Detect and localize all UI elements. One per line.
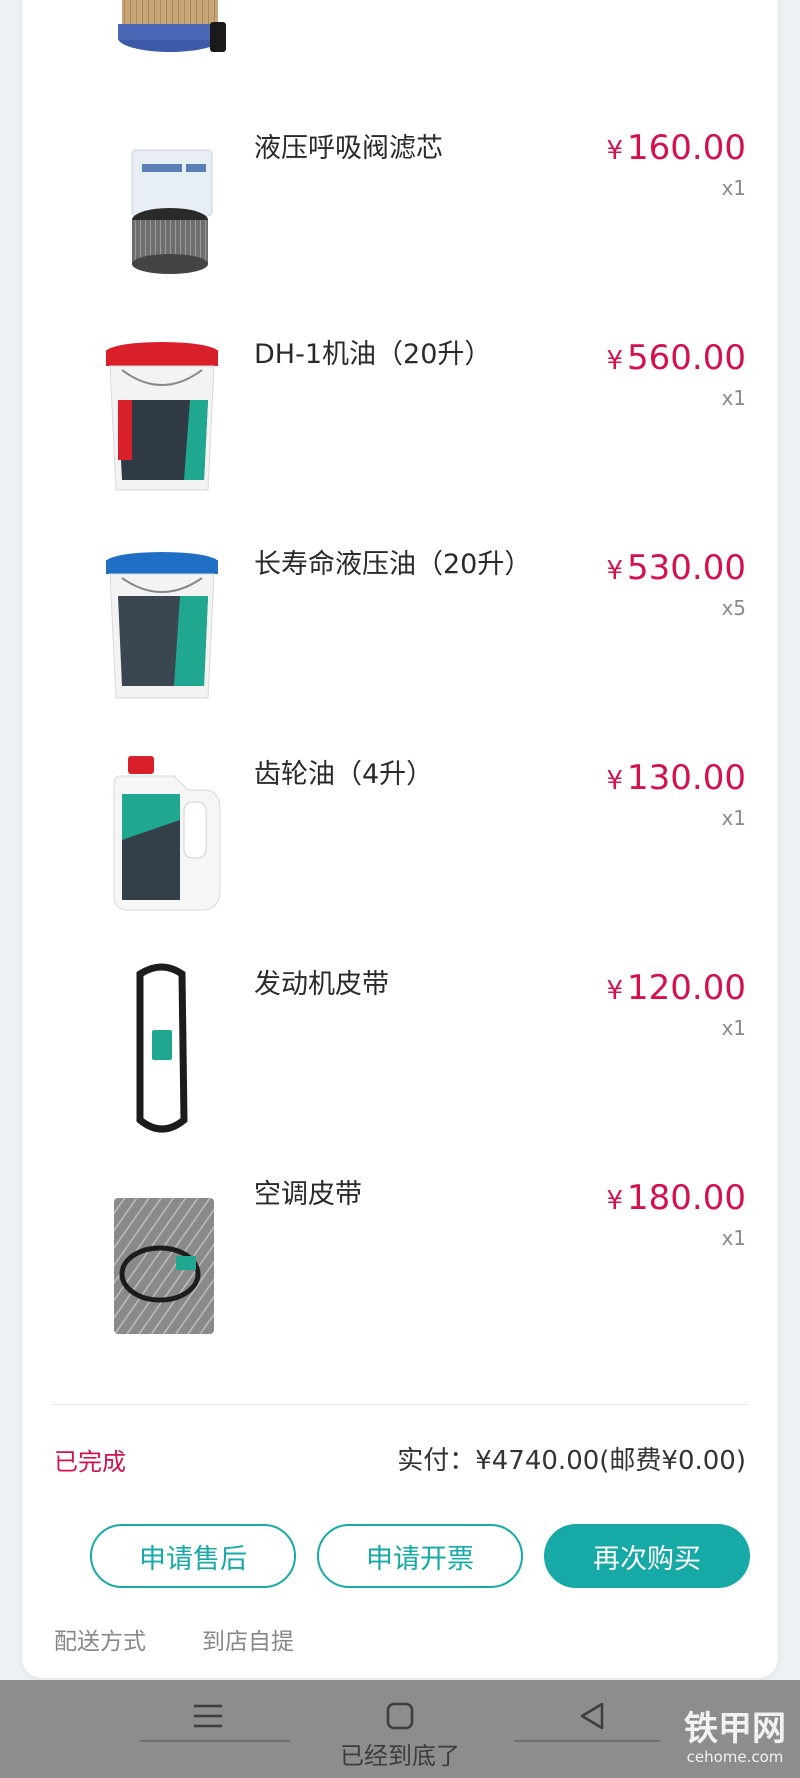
- item-price: ¥120.00: [606, 968, 746, 1008]
- item-quantity: x5: [721, 596, 746, 620]
- item-quantity: x1: [721, 386, 746, 410]
- item-price-value: 560.00: [627, 338, 746, 378]
- currency-symbol: ¥: [606, 1186, 624, 1216]
- order-item[interactable]: 空调皮带 ¥180.00 x1: [22, 1170, 778, 1380]
- item-name[interactable]: 长寿命液压油（20升）: [254, 542, 531, 581]
- order-item[interactable]: 齿轮油（4升） ¥130.00 x1: [22, 750, 778, 960]
- invoice-button[interactable]: 申请开票: [317, 1524, 523, 1588]
- engine-belt-image: [136, 963, 188, 1133]
- order-item[interactable]: 液压呼吸阀滤芯 ¥160.00 x1: [22, 120, 778, 330]
- hydraulic-oil-bucket-image: [106, 552, 218, 699]
- item-price-value: 160.00: [627, 128, 746, 168]
- order-status: 已完成: [54, 1448, 126, 1476]
- shipping-value: 到店自提: [202, 1629, 294, 1655]
- home-icon[interactable]: [378, 1694, 422, 1738]
- item-price: ¥130.00: [606, 758, 746, 798]
- item-name[interactable]: 齿轮油（4升）: [254, 752, 433, 791]
- rebuy-button[interactable]: 再次购买: [544, 1524, 750, 1588]
- order-item[interactable]: DH-1机油（20升） ¥560.00 x1: [22, 330, 778, 540]
- item-quantity: x1: [721, 1226, 746, 1250]
- item-price-value: 530.00: [627, 548, 746, 588]
- currency-symbol: ¥: [606, 136, 624, 166]
- currency-symbol: ¥: [606, 976, 624, 1006]
- watermark-title: 铁甲网: [684, 1709, 786, 1749]
- item-quantity: x1: [721, 176, 746, 200]
- item-name[interactable]: 发动机皮带: [254, 962, 389, 1001]
- shipping-label: 配送方式: [54, 1629, 146, 1655]
- gear-oil-jug-image: [113, 756, 221, 911]
- currency-symbol: ¥: [606, 766, 624, 796]
- hydraulic-breather-filter-image: [131, 149, 213, 274]
- item-price-value: 180.00: [627, 1178, 746, 1218]
- watermark-subtitle: cehome.com: [686, 1748, 784, 1766]
- item-price: ¥180.00: [606, 1178, 746, 1218]
- item-price: ¥530.00: [606, 548, 746, 588]
- item-name[interactable]: DH-1机油（20升）: [254, 332, 491, 371]
- item-quantity: x1: [721, 1016, 746, 1040]
- order-item[interactable]: 长寿命液压油（20升） ¥530.00 x5: [22, 540, 778, 750]
- watermark-logo: 铁甲网 cehome.com: [684, 1712, 786, 1765]
- item-name[interactable]: 空调皮带: [254, 1172, 362, 1211]
- item-price: ¥560.00: [606, 338, 746, 378]
- item-price: ¥160.00: [606, 128, 746, 168]
- item-price-value: 130.00: [627, 758, 746, 798]
- engine-oil-bucket-image: [106, 342, 218, 491]
- after-sales-button[interactable]: 申请售后: [90, 1524, 296, 1588]
- cylinder-air-filter-image: [118, 0, 226, 52]
- order-total: 实付：¥4740.00(邮费¥0.00): [397, 1446, 746, 1476]
- divider: [52, 1404, 748, 1405]
- system-navigation-bar: 已经到底了: [0, 1680, 800, 1778]
- currency-symbol: ¥: [606, 346, 624, 376]
- end-of-list-text: 已经到底了: [340, 1742, 460, 1770]
- item-quantity: x1: [721, 806, 746, 830]
- item-price-value: 120.00: [627, 968, 746, 1008]
- menu-icon[interactable]: [186, 1694, 230, 1738]
- back-icon[interactable]: [570, 1694, 614, 1738]
- order-item[interactable]: 发动机皮带 ¥120.00 x1: [22, 960, 778, 1170]
- item-name[interactable]: 液压呼吸阀滤芯: [254, 126, 443, 165]
- currency-symbol: ¥: [606, 556, 624, 586]
- order-card: x1 液压呼吸阀滤芯 ¥160.00 x1: [22, 0, 778, 1678]
- ac-belt-package-image: [114, 1198, 214, 1334]
- order-item[interactable]: x1: [22, 0, 778, 106]
